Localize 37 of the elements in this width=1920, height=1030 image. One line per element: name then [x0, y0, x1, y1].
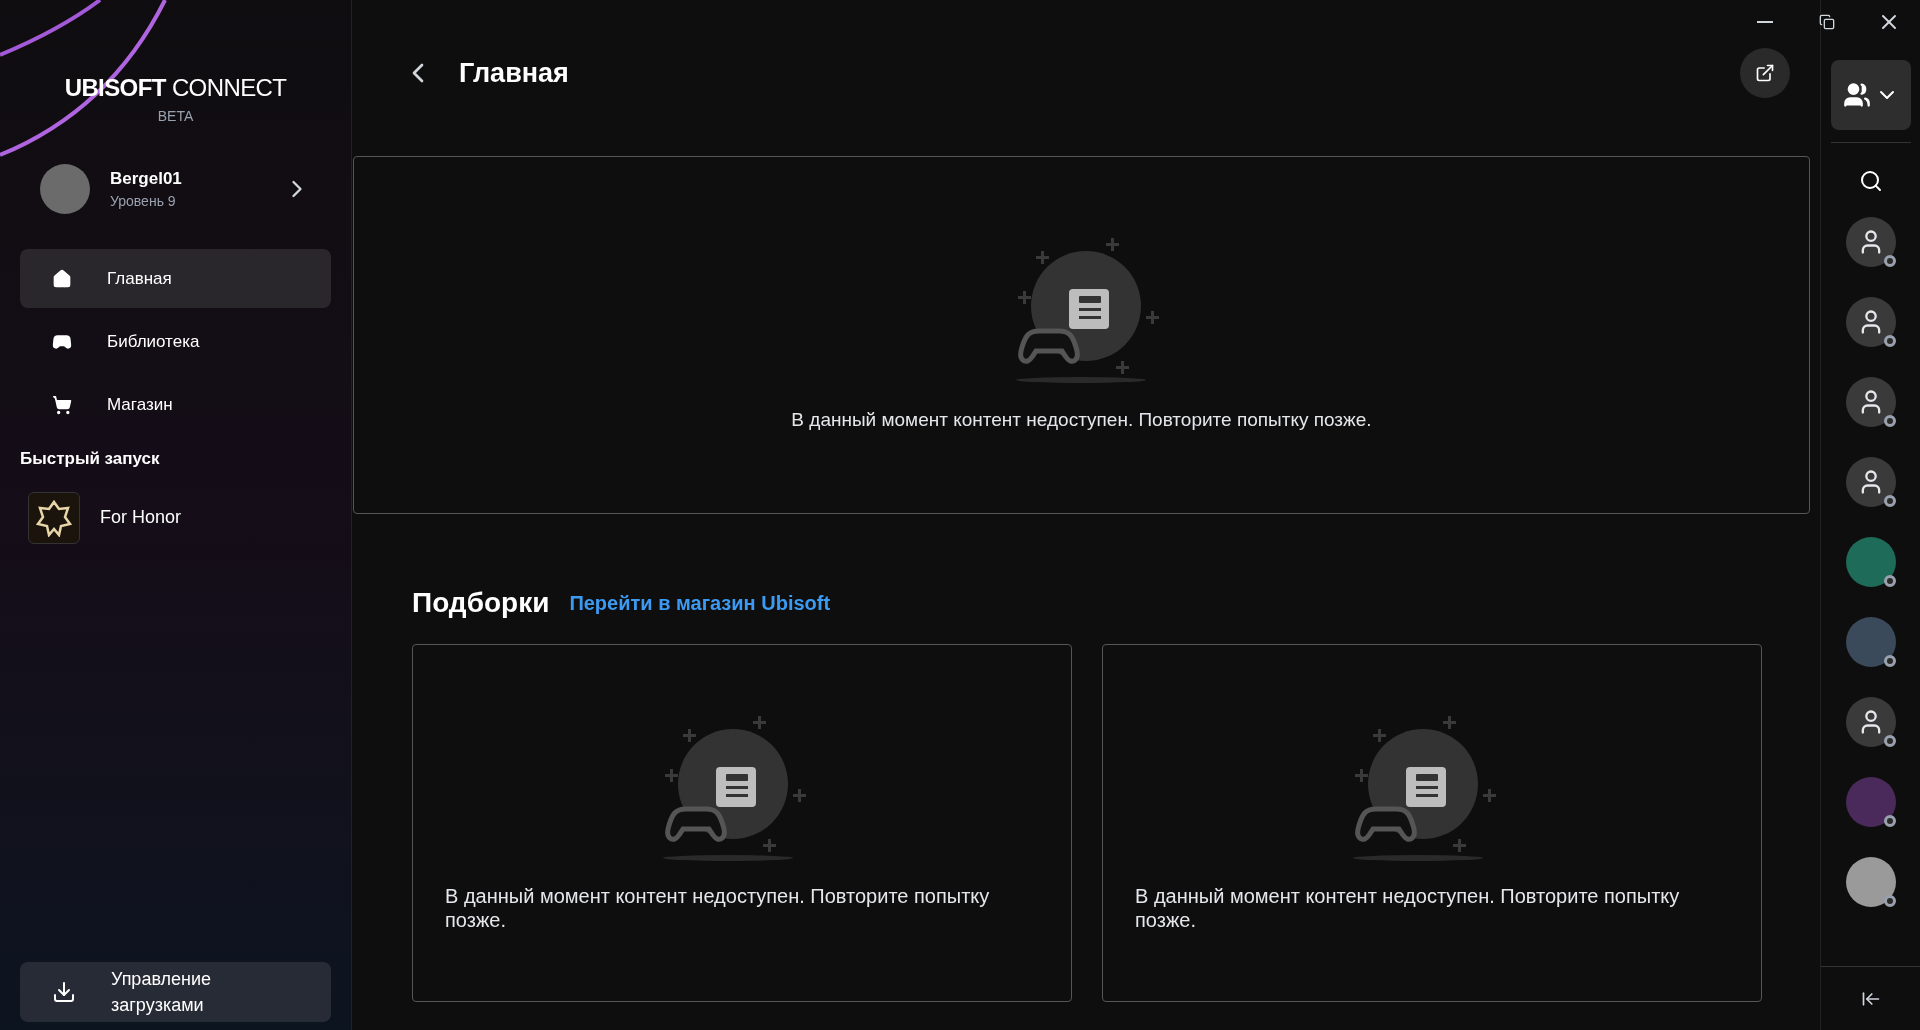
friend-avatar[interactable] — [1845, 537, 1896, 587]
section-title: Быстрый запуск — [20, 448, 161, 470]
search-icon[interactable] — [1858, 169, 1883, 193]
nav-item[interactable]: Библиотека — [20, 312, 331, 371]
beta-label: BETA — [157, 107, 194, 126]
game-icon — [28, 491, 80, 544]
section-title: Подборки — [412, 586, 550, 620]
friend-avatar[interactable] — [1845, 217, 1896, 267]
user-level: Уровень 9 — [110, 192, 177, 212]
friend-avatar[interactable] — [1845, 297, 1896, 347]
home-icon — [52, 268, 72, 289]
external-link-icon — [1755, 63, 1775, 83]
page-title: Главная — [459, 56, 569, 90]
quick-launch-item[interactable]: For Honor — [28, 491, 331, 544]
empty-message: В данный момент контент недоступен. Повторите попытку позже. — [1135, 884, 1681, 932]
minimize-icon — [1757, 21, 1773, 23]
friend-avatar[interactable] — [1845, 457, 1896, 507]
restore-icon — [1819, 14, 1835, 30]
empty-message: В данный момент контент недоступен. Повторите попытку позже. — [791, 407, 1372, 432]
friend-avatar[interactable] — [1845, 697, 1896, 747]
download-icon — [52, 980, 76, 1004]
downloads-button[interactable]: Управление загрузками — [20, 962, 331, 1022]
store-icon — [52, 394, 72, 415]
friends-menu-button[interactable] — [1830, 60, 1911, 130]
avatar-placeholder — [40, 164, 90, 214]
nav-item[interactable]: Магазин — [20, 375, 331, 434]
store-link[interactable]: Перейти в магазин Ubisoft — [569, 588, 831, 618]
friends-icon — [1842, 81, 1871, 109]
friend-avatar[interactable] — [1845, 377, 1896, 427]
nav-item[interactable]: Главная — [20, 249, 331, 308]
profile-card[interactable]: Bergel01 Уровень 9 — [20, 159, 331, 219]
external-link-button[interactable] — [1740, 48, 1790, 98]
username: Bergel01 — [110, 167, 183, 190]
friend-avatar[interactable] — [1845, 857, 1896, 907]
empty-message: В данный момент контент недоступен. Повторите попытку позже. — [445, 884, 991, 932]
friend-avatar[interactable] — [1845, 617, 1896, 667]
friend-avatar[interactable] — [1845, 777, 1896, 827]
